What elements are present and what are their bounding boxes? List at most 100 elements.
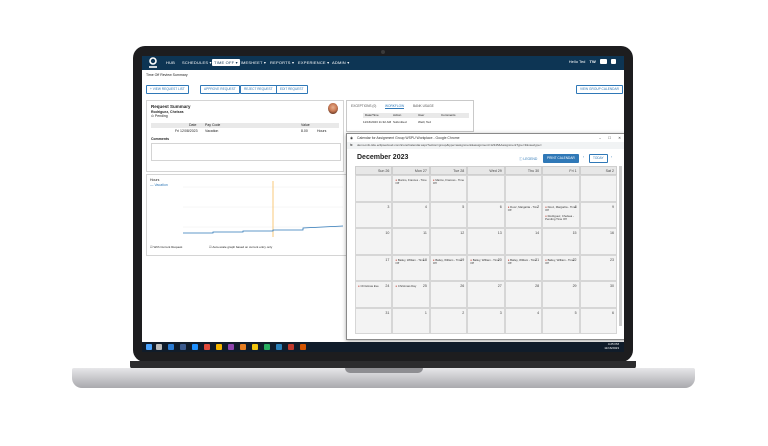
calendar-day-cell[interactable]: 29	[542, 281, 580, 308]
calendar-day-cell[interactable]: ● Marino, Frances - Time Off	[392, 175, 430, 202]
calendar-event[interactable]: ● Dooz, Margarita - Time Off	[508, 205, 540, 213]
calendar-event[interactable]: ● Rodriguez, Chelsea - Pending Time Off	[545, 214, 577, 222]
calendar-day-cell[interactable]: 5	[429, 201, 468, 228]
calendar-day-cell[interactable]: 14	[504, 228, 543, 255]
nav-item-time-off[interactable]: TIME OFF ▾	[212, 59, 240, 66]
calendar-event[interactable]: ● Christmas Day	[395, 284, 427, 288]
calendar-event[interactable]: ● Bailey, William - Time Off	[433, 258, 465, 266]
today-button[interactable]: TODAY	[589, 154, 608, 163]
calendar-day-cell[interactable]: ● Marino, Frances - Time Off	[429, 175, 468, 202]
calendar-day-cell[interactable]: 19 ● Bailey, William - Time Off	[429, 254, 468, 281]
prev-month-icon[interactable]: ‹	[583, 155, 584, 159]
calendar-day-cell[interactable]: 4	[392, 201, 430, 228]
minimize-icon[interactable]: –	[599, 134, 601, 142]
calendar-day-cell[interactable]: 8 ● Dooz, Margarita - Time Off ● Rodriguez…	[542, 201, 580, 228]
calendar-day-cell[interactable]	[355, 175, 393, 202]
flag-icon[interactable]	[599, 59, 607, 65]
calendar-day-cell[interactable]: 15	[542, 228, 580, 255]
edge-icon[interactable]	[168, 344, 174, 350]
calendar-day-cell[interactable]: 17	[355, 254, 393, 281]
calendar-event[interactable]: ● Marino, Frances - Time Off	[433, 178, 465, 186]
nav-item-admin[interactable]: ADMIN ▾	[332, 60, 349, 65]
calendar-day-cell[interactable]: 20 ● Bailey, William - Time Off	[467, 254, 505, 281]
nav-item-experience[interactable]: EXPERIENCE ▾	[298, 60, 329, 65]
calendar-event[interactable]: ● Dooz, Margarita - Time Off	[545, 205, 577, 213]
tab-exceptions[interactable]: EXCEPTIONS (0)	[351, 104, 376, 108]
chrome-taskbar-icon[interactable]	[216, 344, 222, 350]
taskbar-clock[interactable]: 4:25 PM 11/16/2023	[604, 342, 619, 350]
app-logo-icon[interactable]	[148, 57, 158, 69]
tab-bank-usage[interactable]: BANK USAGE	[413, 104, 434, 108]
nav-item-hub[interactable]: HUB	[166, 60, 175, 65]
calendar-day-cell[interactable]: 31	[355, 307, 393, 334]
view-request-list-button[interactable]: + VIEW REQUEST LIST	[146, 85, 189, 94]
calendar-day-cell[interactable]: 1	[392, 307, 430, 334]
maximize-icon[interactable]: ☐	[608, 134, 611, 142]
calendar-day-cell[interactable]: 9	[579, 201, 617, 228]
view-group-calendar-button[interactable]: VIEW GROUP CALENDAR	[576, 85, 623, 94]
print-calendar-button[interactable]: PRINT CALENDAR	[543, 154, 579, 163]
next-month-icon[interactable]: ›	[611, 155, 612, 159]
calendar-day-cell[interactable]: 23	[579, 254, 617, 281]
office-icon[interactable]	[204, 344, 210, 350]
approve-request-button[interactable]: APPROVE REQUEST	[200, 85, 240, 94]
calendar-day-cell[interactable]: 6	[579, 307, 617, 334]
calendar-day-cell[interactable]: 5	[542, 307, 580, 334]
start-icon[interactable]	[146, 344, 152, 350]
calendar-day-cell[interactable]: 7 ● Dooz, Margarita - Time Off	[504, 201, 543, 228]
calendar-day-cell[interactable]	[504, 175, 543, 202]
edit-request-button[interactable]: EDIT REQUEST	[276, 85, 308, 94]
calendar-day-cell[interactable]: 18 ● Bailey, William - Time Off	[392, 254, 430, 281]
tab-workflow[interactable]: WORKFLOW	[385, 104, 405, 109]
calendar-event[interactable]: ● Marino, Frances - Time Off	[395, 178, 427, 186]
nav-item-schedules[interactable]: SCHEDULES ▾	[182, 60, 212, 65]
calendar-day-cell[interactable]: 3	[355, 201, 393, 228]
calendar-event[interactable]: ● Bailey, William - Time Off	[545, 258, 577, 266]
calendar-day-cell[interactable]: 12	[429, 228, 468, 255]
user-initials-badge[interactable]: TW	[590, 59, 596, 64]
calendar-day-cell[interactable]: 25 ● Christmas Day	[392, 281, 430, 308]
calendar-event[interactable]: ● Bailey, William - Time Off	[508, 258, 540, 266]
calendar-day-cell[interactable]: 22 ● Bailey, William - Time Off	[542, 254, 580, 281]
word-icon[interactable]	[276, 344, 282, 350]
nav-item-timesheet[interactable]: TIMESHEET ▾	[238, 60, 266, 65]
teams-icon[interactable]	[228, 344, 234, 350]
calendar-day-cell[interactable]: 24 ● Christmas Eve	[355, 281, 393, 308]
calendar-day-cell[interactable]: 26	[429, 281, 468, 308]
user-area[interactable]: Hello Ted TW	[569, 59, 616, 65]
comments-box[interactable]	[151, 143, 341, 161]
calendar-event[interactable]: ● Christmas Eve	[358, 284, 390, 288]
search-icon[interactable]	[156, 344, 162, 350]
help-icon[interactable]	[611, 59, 616, 65]
calendar-day-cell[interactable]: 3	[467, 307, 505, 334]
calendar-day-cell[interactable]	[467, 175, 505, 202]
calendar-event[interactable]: ● Bailey, William - Time Off	[470, 258, 502, 266]
calendar-day-cell[interactable]: 11	[392, 228, 430, 255]
popup-urlbar[interactable]: ⇆ demo-info.tide.eclipsecloud.com/tcore/…	[347, 142, 624, 149]
calendar-day-cell[interactable]: 27	[467, 281, 505, 308]
calendar-day-cell[interactable]: 30	[579, 281, 617, 308]
store-icon[interactable]	[192, 344, 198, 350]
calendar-day-cell[interactable]: 6	[467, 201, 505, 228]
calendar-day-cell[interactable]: 21 ● Bailey, William - Time Off	[504, 254, 543, 281]
folder-icon[interactable]	[252, 344, 258, 350]
popup-scrollbar[interactable]	[619, 166, 622, 326]
excel-icon[interactable]	[264, 344, 270, 350]
calendar-event[interactable]: ● Bailey, William - Time Off	[395, 258, 427, 266]
reject-request-button[interactable]: REJECT REQUEST	[240, 85, 277, 94]
calendar-day-cell[interactable]: 10	[355, 228, 393, 255]
checkbox-autoscale[interactable]: ☑ Auto-scale graph based on current entr…	[209, 245, 272, 249]
app-icon[interactable]	[240, 344, 246, 350]
close-icon[interactable]: ✕	[618, 134, 621, 142]
nav-item-reports[interactable]: REPORTS ▾	[270, 60, 294, 65]
calendar-day-cell[interactable]: 16	[579, 228, 617, 255]
calendar-day-cell[interactable]: 2	[429, 307, 468, 334]
firefox-icon[interactable]	[300, 344, 306, 350]
task-view-icon[interactable]	[180, 344, 186, 350]
checkbox-current-request[interactable]: ☑ With Current Request	[150, 245, 182, 249]
calendar-day-cell[interactable]	[542, 175, 580, 202]
powerpoint-icon[interactable]	[288, 344, 294, 350]
calendar-day-cell[interactable]: 28	[504, 281, 543, 308]
calendar-day-cell[interactable]: 4	[504, 307, 543, 334]
site-info-icon[interactable]: ⇆	[350, 142, 353, 149]
